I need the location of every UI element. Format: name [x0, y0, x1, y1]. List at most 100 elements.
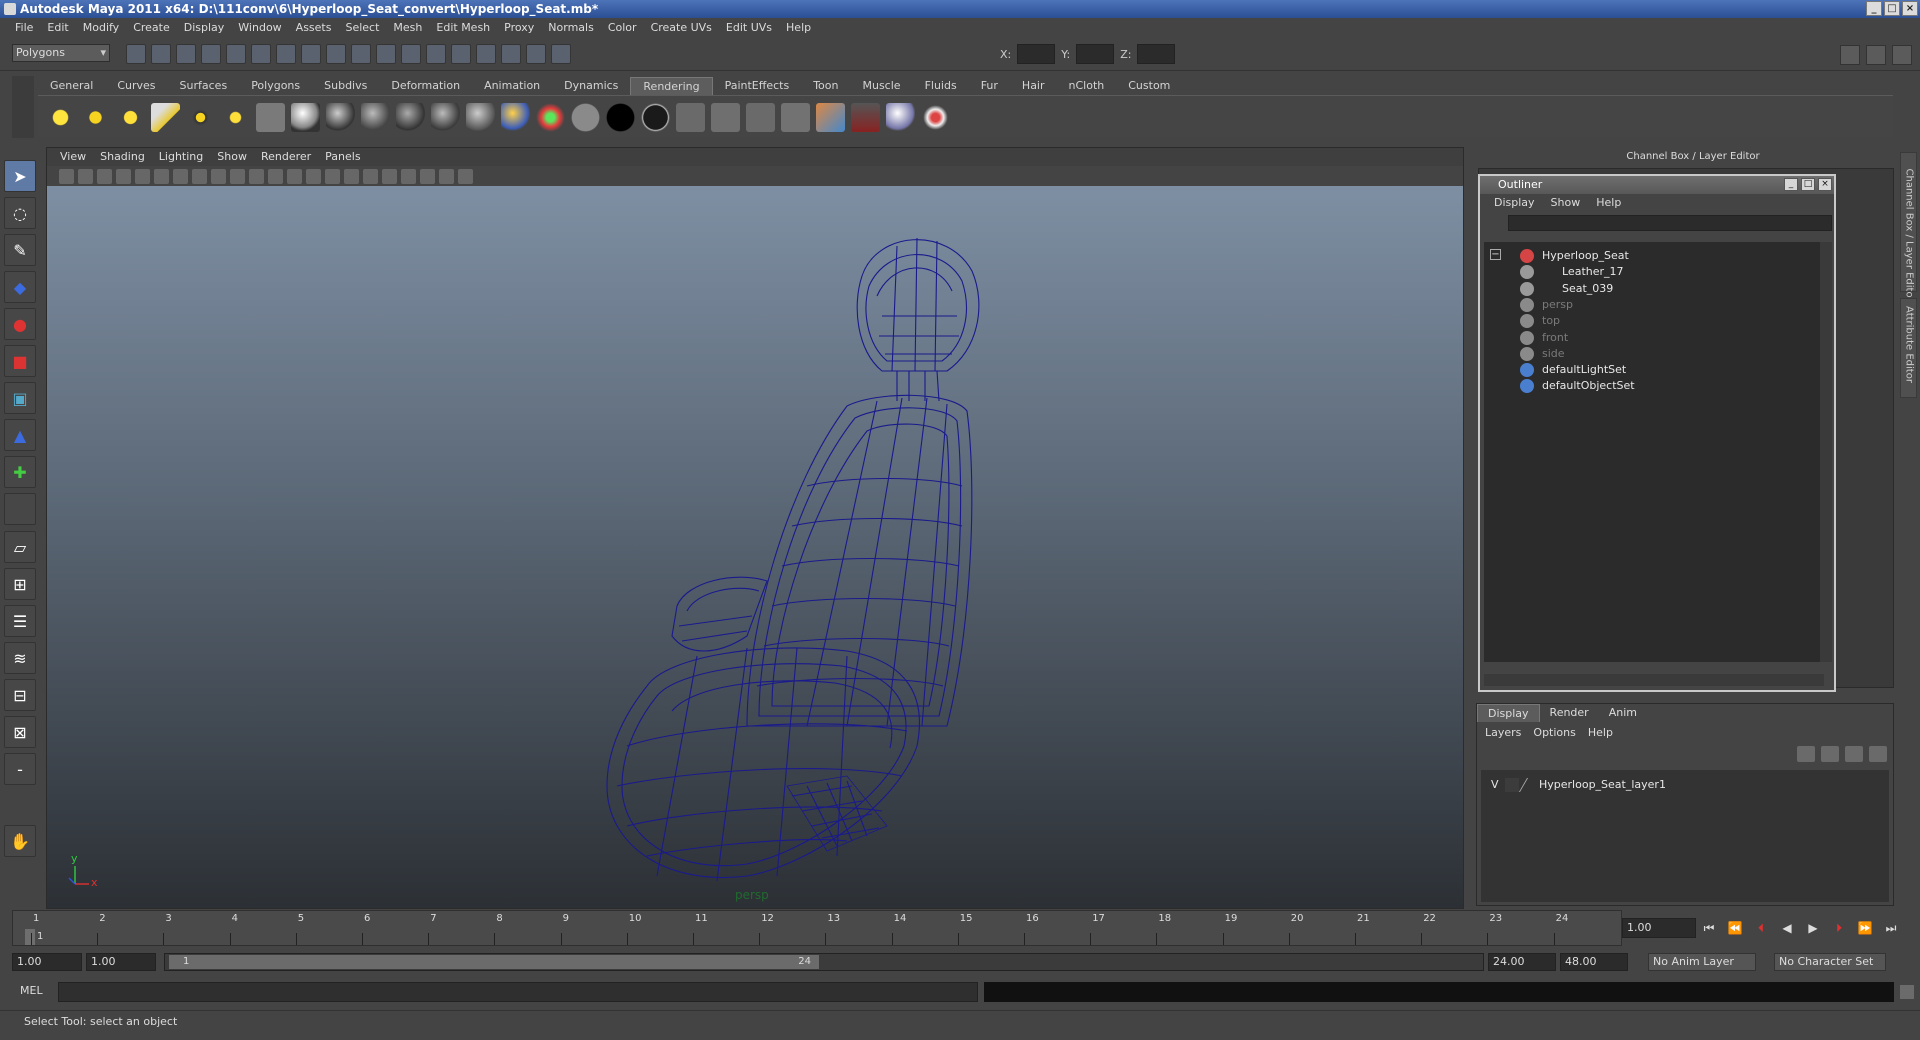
- hand-tool-button[interactable]: ✋: [4, 825, 36, 857]
- hypershade-shelf-icon[interactable]: [816, 103, 845, 132]
- minimize-button[interactable]: _: [1866, 1, 1882, 16]
- phong-material-icon[interactable]: [396, 103, 425, 132]
- shelf-tab-subdivs[interactable]: Subdivs: [312, 77, 379, 95]
- outliner-item[interactable]: front: [1484, 330, 1814, 346]
- script-editor-icon[interactable]: [1900, 985, 1914, 999]
- shelf-tab-hair[interactable]: Hair: [1010, 77, 1057, 95]
- shelf-tab-painteffects[interactable]: PaintEffects: [713, 77, 802, 95]
- outliner-horizontal-scrollbar[interactable]: [1484, 674, 1824, 686]
- outliner-graph-layout-button[interactable]: ⊟: [4, 679, 36, 711]
- play-backwards-button[interactable]: ◀: [1778, 920, 1796, 936]
- outliner-item[interactable]: Leather_17: [1484, 264, 1814, 280]
- directional-light-icon[interactable]: [81, 103, 110, 132]
- step-back-frame-button[interactable]: ⏪: [1726, 920, 1744, 936]
- range-slider[interactable]: 1 24: [164, 953, 1484, 971]
- layer-tab-anim[interactable]: Anim: [1599, 704, 1647, 722]
- outliner-close-button[interactable]: ×: [1818, 178, 1832, 191]
- expand-collapse-icon[interactable]: −: [1490, 249, 1501, 260]
- vp-menu-shading[interactable]: Shading: [93, 148, 152, 166]
- range-slider-handle[interactable]: 1 24: [169, 955, 819, 969]
- render-current-frame-icon[interactable]: [676, 103, 705, 132]
- shelf-tab-muscle[interactable]: Muscle: [850, 77, 912, 95]
- rotate-tool-button[interactable]: ●: [4, 308, 36, 340]
- outliner-menu-show[interactable]: Show: [1543, 194, 1589, 212]
- current-frame-field[interactable]: 1.00: [1622, 918, 1696, 938]
- outliner-minimize-button[interactable]: _: [1784, 178, 1798, 191]
- layered-shader-icon[interactable]: [466, 103, 495, 132]
- menu-mesh[interactable]: Mesh: [386, 18, 429, 38]
- phong-e-material-icon[interactable]: [431, 103, 460, 132]
- xray-joints-icon[interactable]: [439, 168, 454, 184]
- shelf-tab-animation[interactable]: Animation: [472, 77, 552, 95]
- render-frame-icon[interactable]: [451, 44, 471, 64]
- outliner-item[interactable]: side: [1484, 346, 1814, 362]
- ramp-shader-icon[interactable]: [536, 103, 565, 132]
- menu-select[interactable]: Select: [338, 18, 386, 38]
- select-tool-button[interactable]: ➤: [4, 160, 36, 192]
- z-field[interactable]: [1137, 44, 1176, 64]
- shelf-tab-deformation[interactable]: Deformation: [379, 77, 472, 95]
- shelf-tab-rendering[interactable]: Rendering: [630, 77, 713, 95]
- hypershade-icon[interactable]: [526, 44, 546, 64]
- menu-modify[interactable]: Modify: [76, 18, 126, 38]
- last-tool-button[interactable]: [4, 493, 36, 525]
- command-language-label[interactable]: MEL: [20, 982, 43, 1000]
- use-background-icon[interactable]: [606, 103, 635, 132]
- wireframe-on-shaded-icon[interactable]: [325, 168, 340, 184]
- layer-row[interactable]: V Hyperloop_Seat_layer1: [1481, 776, 1881, 794]
- show-manipulator-button[interactable]: ✚: [4, 456, 36, 488]
- menu-window[interactable]: Window: [231, 18, 288, 38]
- outliner-title-bar[interactable]: Outliner _ □ ×: [1480, 176, 1834, 194]
- render-settings-icon[interactable]: [501, 44, 521, 64]
- menu-create-uvs[interactable]: Create UVs: [644, 18, 719, 38]
- animation-start-field[interactable]: 1.00: [12, 953, 82, 971]
- area-light-icon[interactable]: [186, 103, 215, 132]
- menu-edit-mesh[interactable]: Edit Mesh: [429, 18, 497, 38]
- open-scene-icon[interactable]: [151, 44, 171, 64]
- move-layer-down-icon[interactable]: [1821, 746, 1839, 762]
- ambient-light-icon[interactable]: [46, 103, 75, 132]
- go-to-start-button[interactable]: ⏮: [1700, 920, 1718, 936]
- seat-wireframe[interactable]: [47, 186, 1463, 908]
- ipr-render-icon[interactable]: [476, 44, 496, 64]
- select-by-hierarchy-icon[interactable]: [201, 44, 221, 64]
- command-input[interactable]: [58, 982, 978, 1002]
- vp-menu-panels[interactable]: Panels: [318, 148, 367, 166]
- menu-edit-uvs[interactable]: Edit UVs: [719, 18, 779, 38]
- resolution-gate-icon[interactable]: [192, 168, 207, 184]
- outliner-item[interactable]: defaultObjectSet: [1484, 378, 1814, 394]
- batch-render-icon[interactable]: [851, 103, 880, 132]
- lambert-material-icon[interactable]: [361, 103, 390, 132]
- anisotropic-material-icon[interactable]: [291, 103, 320, 132]
- side-tab-channel-box[interactable]: Channel Box / Layer Editor: [1900, 152, 1917, 302]
- volume-light-icon[interactable]: [221, 103, 250, 132]
- shadows-icon[interactable]: [382, 168, 397, 184]
- soft-modification-button[interactable]: ▲: [4, 419, 36, 451]
- mask-icon[interactable]: [276, 44, 296, 64]
- shelf-tab-custom[interactable]: Custom: [1116, 77, 1182, 95]
- outliner-maximize-button[interactable]: □: [1801, 178, 1815, 191]
- go-to-end-button[interactable]: ⏭: [1882, 920, 1900, 936]
- shelf-tab-fur[interactable]: Fur: [969, 77, 1010, 95]
- history-icon[interactable]: [426, 44, 446, 64]
- outliner-item[interactable]: top: [1484, 313, 1814, 329]
- outliner-item[interactable]: defaultLightSet: [1484, 362, 1814, 378]
- 2d-pan-zoom-icon[interactable]: [135, 168, 150, 184]
- shelf-tab-dynamics[interactable]: Dynamics: [552, 77, 630, 95]
- persp-graph-layout-button[interactable]: ≋: [4, 642, 36, 674]
- new-empty-layer-icon[interactable]: [1845, 746, 1863, 762]
- layer-visibility-toggle[interactable]: V: [1491, 776, 1499, 794]
- render-settings-shelf-icon[interactable]: [781, 103, 810, 132]
- viewport-canvas[interactable]: y x persp: [47, 186, 1463, 908]
- paint-effects-canvas-icon[interactable]: [921, 103, 950, 132]
- playback-end-field[interactable]: 24.00: [1488, 953, 1556, 971]
- film-gate-icon[interactable]: [173, 168, 188, 184]
- perspective-viewport[interactable]: View Shading Lighting Show Renderer Pane…: [46, 147, 1464, 909]
- grid-icon[interactable]: [154, 168, 169, 184]
- four-view-layout-button[interactable]: ⊞: [4, 568, 36, 600]
- new-scene-icon[interactable]: [126, 44, 146, 64]
- render-view-icon[interactable]: [746, 103, 775, 132]
- mental-ray-icon[interactable]: [886, 103, 915, 132]
- tool-settings-toggle-icon[interactable]: [1866, 45, 1886, 65]
- layer-menu-layers[interactable]: Layers: [1479, 724, 1527, 742]
